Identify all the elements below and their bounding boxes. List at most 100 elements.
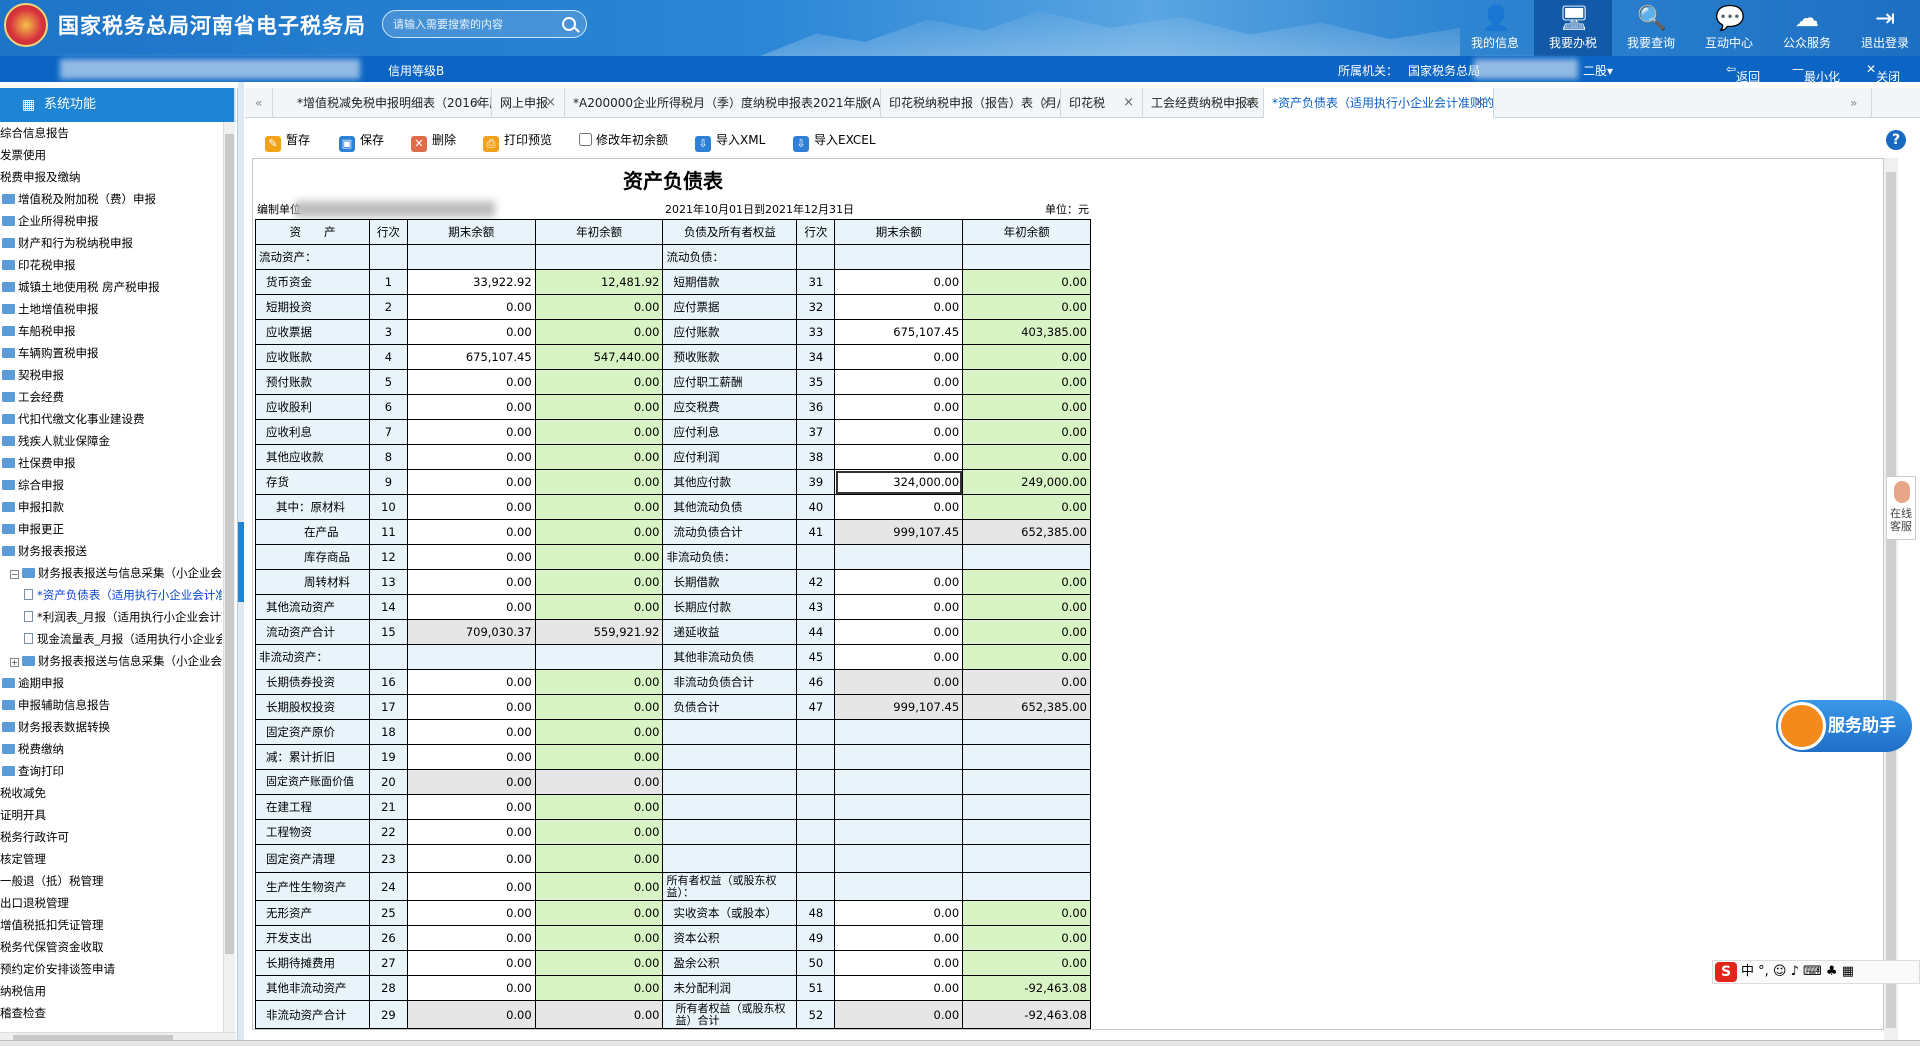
scroll-thumb[interactable] — [225, 134, 234, 954]
ending-balance[interactable]: 0.00 — [406, 594, 536, 620]
ending-balance[interactable]: 0.00 — [834, 950, 964, 976]
tabs-scroll-left-icon[interactable]: « — [245, 88, 273, 118]
sidebar-item[interactable]: 财务报表报送 — [0, 540, 222, 562]
close-tab-icon[interactable]: × — [545, 88, 556, 118]
opening-balance[interactable]: 0.00 — [534, 519, 664, 545]
ending-balance[interactable]: 0.00 — [406, 369, 536, 395]
sidebar-item[interactable]: 印花税申报 — [0, 254, 222, 276]
opening-balance[interactable]: 0.00 — [534, 469, 664, 495]
sidebar-item[interactable]: 残疾人就业保障金 — [0, 430, 222, 452]
ending-balance[interactable]: 0.00 — [834, 369, 964, 395]
ending-balance[interactable]: 0.00 — [406, 794, 536, 820]
nav-chat-button[interactable]: 💬 互动中心 — [1690, 0, 1768, 56]
ending-balance[interactable]: 0.00 — [834, 975, 964, 1001]
ending-balance[interactable]: 0.00 — [834, 394, 964, 420]
sidebar-item[interactable]: 财务报表数据转换 — [0, 716, 222, 738]
ending-balance[interactable]: 0.00 — [834, 619, 964, 645]
content-vertical-scrollbar[interactable] — [1884, 158, 1898, 1042]
sidebar-item[interactable]: 城镇土地使用税 房产税申报 — [0, 276, 222, 298]
sidebar-item[interactable]: *资产负债表（适用执行小企业会计准则的企业） — [0, 584, 222, 606]
opening-balance[interactable]: 0.00 — [534, 369, 664, 395]
document-tab[interactable]: 印花税 × — [1061, 88, 1143, 118]
ending-balance[interactable]: 0.00 — [406, 719, 536, 745]
sidebar-item[interactable]: 综合申报 — [0, 474, 222, 496]
opening-balance[interactable]: 0.00 — [534, 744, 664, 770]
opening-balance[interactable]: 0.00 — [962, 925, 1091, 951]
ending-balance[interactable]: 0.00 — [834, 644, 964, 670]
sidebar-item[interactable]: 代扣代缴文化事业建设费 — [0, 408, 222, 430]
ending-balance[interactable]: 0.00 — [834, 294, 964, 320]
opening-balance[interactable]: 0.00 — [534, 394, 664, 420]
sidebar-item[interactable]: 社保费申报 — [0, 452, 222, 474]
opening-balance[interactable]: 0.00 — [534, 419, 664, 445]
opening-balance[interactable]: 0.00 — [534, 544, 664, 570]
ime-toolbar[interactable]: S中 °, ☺ ♪ ⌨ ♣ ▦ — [1712, 960, 1920, 984]
sidebar-item[interactable]: 预约定价安排谈签申请 — [0, 958, 222, 980]
service-assistant-button[interactable]: 服务助手 — [1776, 700, 1912, 752]
opening-balance[interactable]: 547,440.00 — [534, 344, 664, 370]
opening-balance[interactable]: 0.00 — [534, 669, 664, 695]
scroll-thumb[interactable] — [1886, 172, 1896, 1028]
ending-balance[interactable]: 0.00 — [834, 344, 964, 370]
opening-balance[interactable]: 0.00 — [534, 794, 664, 820]
close-tab-icon[interactable]: × — [1244, 88, 1255, 118]
opening-balance[interactable]: 249,000.00 — [962, 469, 1091, 495]
opening-balance[interactable]: 0.00 — [534, 975, 664, 1001]
opening-balance[interactable]: 403,385.00 — [962, 319, 1091, 345]
nav-user-button[interactable]: 👤 我的信息 — [1456, 0, 1534, 56]
import-excel-button[interactable]: ⇩ 导入EXCEL — [793, 130, 876, 152]
collapse-handle[interactable] — [238, 522, 244, 602]
sidebar-item[interactable]: 发票使用 — [0, 144, 222, 166]
ending-balance[interactable]: 0.00 — [834, 269, 964, 295]
opening-balance[interactable]: 0.00 — [534, 294, 664, 320]
ending-balance[interactable]: 0.00 — [834, 494, 964, 520]
sidebar-item[interactable]: 税收减免 — [0, 782, 222, 804]
opening-balance[interactable]: 0.00 — [534, 844, 664, 873]
opening-balance[interactable]: 0.00 — [534, 569, 664, 595]
nav-monitor-button[interactable]: 🖥 我要办税 — [1534, 0, 1612, 56]
sidebar-vertical-scrollbar[interactable] — [223, 122, 235, 1032]
modify-opening-checkbox[interactable] — [579, 133, 592, 146]
document-tab[interactable]: *资产负债表（适用执行小企业会计准则的企业）-月季× — [1264, 88, 1494, 118]
sidebar-item[interactable]: − 财务报表报送与信息采集（小企业会计准则） — [0, 562, 222, 584]
opening-balance[interactable]: 0.00 — [534, 494, 664, 520]
ending-balance[interactable]: 0.00 — [406, 294, 536, 320]
ending-balance[interactable]: 0.00 — [406, 950, 536, 976]
opening-balance[interactable]: 0.00 — [962, 419, 1091, 445]
sidebar-item[interactable]: 税费申报及缴纳 — [0, 166, 222, 188]
sidebar-item[interactable]: 财产和行为税纳税申报 — [0, 232, 222, 254]
user-menu-dropdown[interactable]: 二股▾ — [1583, 62, 1613, 79]
close-tab-icon[interactable]: × — [1041, 88, 1052, 118]
ending-balance[interactable]: 0.00 — [406, 469, 536, 495]
ending-balance[interactable]: 0.00 — [406, 319, 536, 345]
opening-balance[interactable]: 0.00 — [534, 719, 664, 745]
ending-balance[interactable]: 0.00 — [834, 594, 964, 620]
ending-balance[interactable]: 675,107.45 — [406, 344, 536, 370]
ending-balance[interactable]: 0.00 — [406, 744, 536, 770]
sidebar-item[interactable]: 综合信息报告 — [0, 122, 222, 144]
opening-balance[interactable]: 0.00 — [962, 950, 1091, 976]
opening-balance[interactable]: 0.00 — [962, 394, 1091, 420]
opening-balance[interactable]: 0.00 — [962, 569, 1091, 595]
ending-balance[interactable]: 324,000.00 — [834, 469, 964, 495]
expand-icon[interactable]: + — [10, 658, 19, 667]
nav-service-button[interactable]: ☁ 公众服务 — [1768, 0, 1846, 56]
opening-balance[interactable]: 0.00 — [534, 900, 664, 926]
ending-balance[interactable]: 0.00 — [406, 694, 536, 720]
document-tab[interactable]: 工会经费纳税申报表 × — [1143, 88, 1264, 118]
ending-balance[interactable]: 0.00 — [834, 444, 964, 470]
document-tab[interactable]: *增值税减免税申报明细表（2016年版） × — [289, 88, 492, 118]
help-icon[interactable]: ? — [1886, 130, 1906, 150]
sidebar-item[interactable]: 查询打印 — [0, 760, 222, 782]
sidebar-item[interactable]: 稽查检查 — [0, 1002, 222, 1024]
search-input[interactable] — [393, 16, 553, 33]
sidebar-item[interactable]: *利润表_月报（适用执行小企业会计准则的企业） — [0, 606, 222, 628]
online-service-widget[interactable]: 在线客服 — [1886, 476, 1916, 540]
opening-balance[interactable]: 0.00 — [534, 872, 664, 901]
sidebar-item[interactable]: 出口退税管理 — [0, 892, 222, 914]
print-preview-button[interactable]: ⎙ 打印预览 — [483, 130, 552, 152]
sidebar-item[interactable]: 申报扣款 — [0, 496, 222, 518]
sidebar-item[interactable]: 增值税及附加税（费）申报 — [0, 188, 222, 210]
opening-balance[interactable]: 0.00 — [962, 494, 1091, 520]
opening-balance[interactable]: 0.00 — [534, 594, 664, 620]
